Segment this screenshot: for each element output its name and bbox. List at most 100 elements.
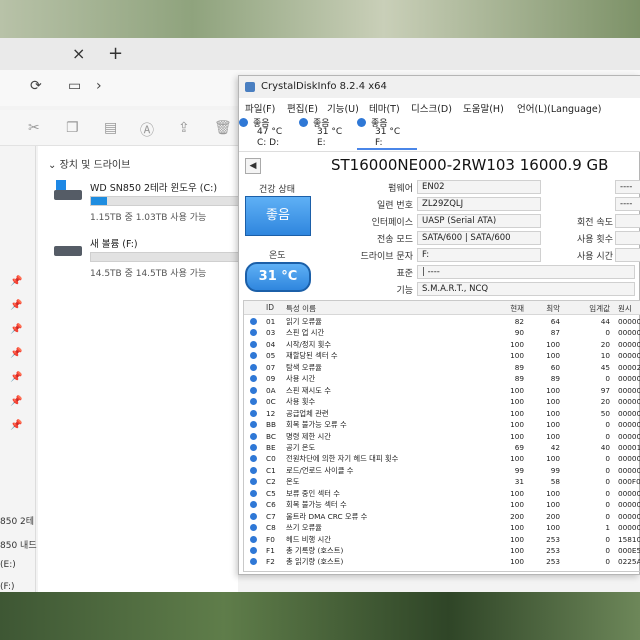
copy-icon[interactable]: ❐ — [66, 120, 79, 136]
attr-threshold: 0 — [605, 431, 610, 441]
power-on-hours-value — [615, 248, 640, 262]
attr-worst: 100 — [546, 397, 560, 407]
standard-label: 표준 — [396, 269, 413, 279]
header-raw[interactable]: 원시 — [618, 303, 632, 314]
table-row[interactable]: C7 울트라 DMA CRC 오류 수 200 200 0 00000 — [244, 511, 640, 522]
table-row[interactable]: C5 보류 중인 섹터 수 100 100 0 00000 — [244, 488, 640, 499]
drive-name: WD SN850 2테라 윈도우 (C:) — [90, 183, 218, 194]
table-row[interactable]: C8 쓰기 오류율 100 100 1 00000 — [244, 522, 640, 533]
attr-raw: 00000 — [618, 488, 640, 498]
status-dot-icon — [250, 524, 257, 532]
attr-raw: 000F00 — [618, 477, 640, 487]
status-dot-icon — [299, 118, 308, 127]
status-dot-icon — [250, 329, 257, 337]
attr-threshold: 0 — [605, 420, 610, 430]
paste-icon[interactable]: ▤ — [104, 120, 117, 136]
table-row[interactable]: 07 탐색 오류율 89 60 45 00002 — [244, 362, 640, 373]
chevron-right-icon[interactable]: › — [96, 78, 102, 94]
drive-tab-f[interactable]: 좋음 31 °C F: — [357, 116, 417, 150]
table-row[interactable]: 05 재할당된 섹터 수 100 100 10 00000 — [244, 350, 640, 361]
attr-worst: 42 — [550, 442, 560, 452]
menu-help[interactable]: 도움말(H) — [463, 101, 504, 115]
attr-name: 총 기록량 (호스트) — [286, 546, 344, 555]
nav-drive-item[interactable]: 850 2테 — [0, 514, 34, 527]
monitor-icon[interactable]: ▭ — [68, 78, 81, 94]
header-id[interactable]: ID — [266, 303, 274, 312]
menu-theme[interactable]: 테마(T) — [369, 101, 400, 115]
table-row[interactable]: 12 공급업체 관련 100 100 50 00000 — [244, 408, 640, 419]
health-status-button[interactable]: 좋음 — [245, 196, 311, 236]
refresh-icon[interactable]: ⟳ — [30, 78, 42, 94]
attr-name: 스핀 재시도 수 — [286, 385, 331, 395]
attr-worst: 253 — [546, 546, 560, 555]
attr-threshold: 0 — [605, 534, 610, 544]
header-worst[interactable]: 최악 — [526, 303, 560, 314]
table-row[interactable]: BE 공기 온도 69 42 40 00001F — [244, 442, 640, 453]
attr-current: 100 — [510, 454, 524, 464]
features-value: S.M.A.R.T., NCQ — [417, 282, 635, 296]
menu-function[interactable]: 기능(U) — [327, 101, 359, 115]
status-dot-icon — [250, 363, 257, 371]
table-row[interactable]: BB 회복 불가능 오류 수 100 100 0 00000 — [244, 419, 640, 430]
rename-icon[interactable]: Ⓐ — [140, 120, 154, 140]
attr-current: 100 — [510, 339, 524, 349]
table-row[interactable]: 04 시작/정지 횟수 100 100 20 00000 — [244, 339, 640, 350]
new-tab-icon[interactable]: + — [108, 43, 123, 64]
attr-raw: 0225AA86 — [618, 557, 640, 567]
table-row[interactable]: 01 읽기 오류율 82 64 44 00000 — [244, 316, 640, 327]
attr-worst: 87 — [550, 328, 560, 338]
power-on-count-label: 사용 횟수 — [577, 235, 613, 245]
attr-threshold: 0 — [605, 374, 610, 384]
table-row[interactable]: F1 총 기록량 (호스트) 100 253 0 000E5BAD — [244, 545, 640, 556]
attr-worst: 253 — [546, 534, 560, 544]
attr-worst: 253 — [546, 557, 560, 567]
cut-icon[interactable]: ✂ — [28, 120, 40, 136]
temperature-badge[interactable]: 31 °C — [245, 262, 311, 292]
table-row[interactable]: 0A 스핀 재시도 수 100 100 97 00000 — [244, 385, 640, 396]
table-row[interactable]: F0 헤드 비행 시간 100 253 0 15810 — [244, 534, 640, 545]
attr-name: 시작/정지 횟수 — [286, 339, 332, 349]
table-row[interactable]: 09 사용 시간 89 89 0 00000 — [244, 373, 640, 384]
attr-id: BE — [266, 442, 276, 452]
header-threshold[interactable]: 임계값 — [564, 303, 610, 314]
drive-tab-e[interactable]: 좋음 31 °C E: — [299, 116, 359, 150]
attr-id: 07 — [266, 362, 276, 372]
menu-disk[interactable]: 디스크(D) — [411, 101, 452, 115]
attr-id: C8 — [266, 523, 276, 533]
menu-edit[interactable]: 편집(E) — [287, 101, 318, 115]
attr-raw: 00000 — [618, 523, 640, 533]
transfer-mode-label: 전송 모드 — [377, 235, 413, 245]
drive-capacity: 1.15TB 중 1.03TB 사용 가능 — [90, 213, 207, 223]
previous-drive-button[interactable]: ◀ — [245, 158, 261, 174]
pin-icon: 📌 — [10, 276, 23, 287]
nav-drive-item[interactable]: (F:) — [0, 582, 15, 592]
table-row[interactable]: BC 명령 제한 시간 100 100 0 00000 — [244, 431, 640, 442]
close-tab-icon[interactable]: × — [72, 44, 85, 63]
table-row[interactable]: 0C 사용 횟수 100 100 20 00000 — [244, 396, 640, 407]
nav-drive-item[interactable]: 850 내드 — [0, 538, 37, 551]
menu-language[interactable]: 언어(L)(Language) — [517, 101, 601, 115]
table-header: ID 특성 이름 현재 최악 임계값 원시 — [244, 301, 640, 315]
table-row[interactable]: C2 온도 31 58 0 000F00 — [244, 476, 640, 487]
nav-drive-item[interactable]: (E:) — [0, 560, 16, 570]
status-dot-icon — [250, 547, 257, 554]
header-current[interactable]: 현재 — [490, 303, 524, 314]
table-row[interactable]: 03 스핀 업 시간 90 87 0 00000 — [244, 327, 640, 338]
table-row[interactable]: F2 총 읽기량 (호스트) 100 253 0 0225AA86 — [244, 556, 640, 567]
attr-raw: 000E5BAD — [618, 546, 640, 555]
attr-current: 31 — [514, 477, 524, 487]
attr-current: 200 — [510, 511, 524, 521]
header-name[interactable]: 특성 이름 — [286, 303, 316, 314]
attr-worst: 100 — [546, 488, 560, 498]
drive-tab-c[interactable]: 좋음 47 °C C: D: — [239, 116, 299, 150]
section-title[interactable]: ⌄ 장치 및 드라이브 — [48, 156, 130, 171]
attr-id: 0C — [266, 397, 276, 407]
delete-icon[interactable]: 🗑 — [214, 120, 232, 136]
smart-attribute-table[interactable]: ID 특성 이름 현재 최악 임계값 원시 01 읽기 오류율 82 64 44 0000… — [243, 300, 640, 572]
table-row[interactable]: C0 전원차단에 의한 자기 헤드 대피 횟수 100 100 0 00000 — [244, 453, 640, 464]
share-icon[interactable]: ⇪ — [178, 120, 190, 136]
table-row[interactable]: C1 로드/언로드 사이클 수 99 99 0 00000 — [244, 465, 640, 476]
menu-file[interactable]: 파일(F) — [245, 101, 275, 115]
table-row[interactable]: C6 회복 불가능 섹터 수 100 100 0 00000 — [244, 499, 640, 510]
attr-threshold: 0 — [605, 557, 610, 567]
